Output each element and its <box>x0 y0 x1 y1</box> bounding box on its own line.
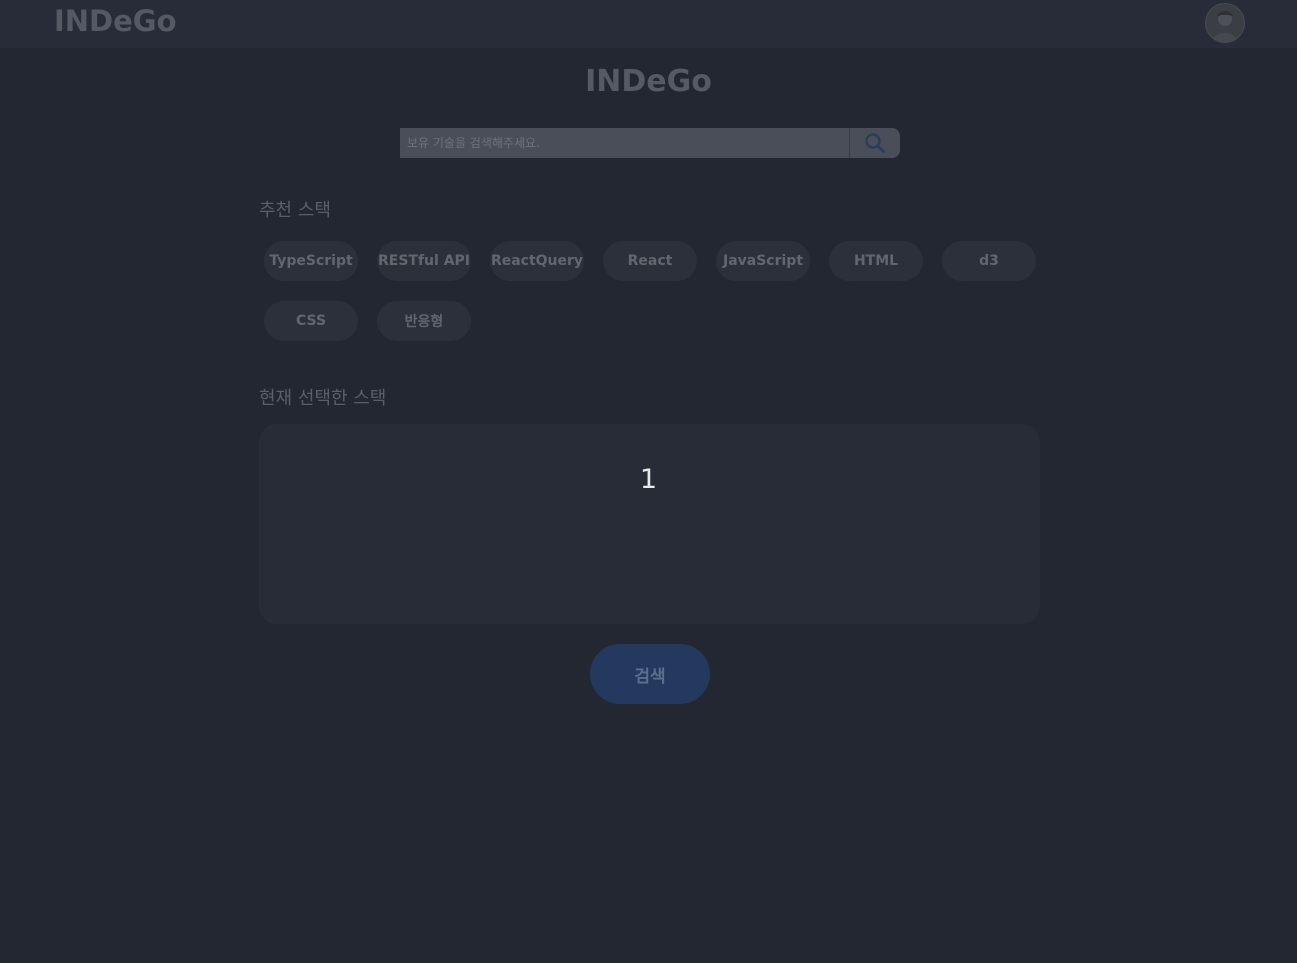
stack-chip-d3[interactable]: d3 <box>942 241 1036 281</box>
search-submit-button[interactable]: 검색 <box>590 644 710 704</box>
selected-stack-count: 1 <box>639 464 658 495</box>
skill-search-box <box>400 128 900 158</box>
stack-chip-html[interactable]: HTML <box>829 241 923 281</box>
user-avatar[interactable] <box>1205 3 1245 43</box>
header-logo[interactable]: INDeGo <box>54 4 177 38</box>
stack-chip-css[interactable]: CSS <box>264 301 358 341</box>
avatar-image <box>1206 4 1244 42</box>
stack-chip-responsive[interactable]: 반응형 <box>377 301 471 341</box>
search-icon-button[interactable] <box>849 128 900 158</box>
selected-stack-label: 현재 선택한 스택 <box>259 388 387 409</box>
stack-chip-typescript[interactable]: TypeScript <box>264 241 358 281</box>
page-title: INDeGo <box>585 64 712 99</box>
skill-search-input[interactable] <box>400 128 849 158</box>
recommended-stack-label: 추천 스택 <box>259 200 331 221</box>
magnifier-icon <box>865 133 885 153</box>
selected-stack-panel <box>259 424 1040 624</box>
top-navigation-bar: INDeGo <box>0 0 1297 48</box>
stack-chip-reactquery[interactable]: ReactQuery <box>490 241 584 281</box>
stack-chip-restful-api[interactable]: RESTful API <box>377 241 471 281</box>
stack-chip-javascript[interactable]: JavaScript <box>716 241 810 281</box>
stack-chip-react[interactable]: React <box>603 241 697 281</box>
